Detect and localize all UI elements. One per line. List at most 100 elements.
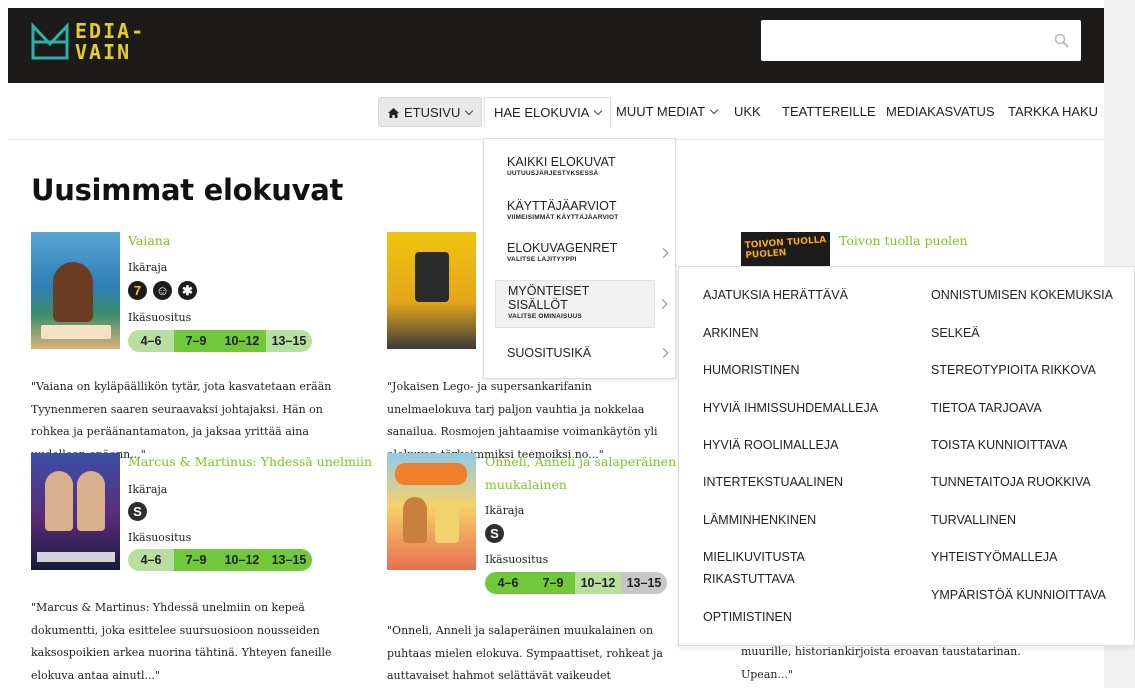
poster-title-strip <box>41 325 111 339</box>
logo-mark-icon <box>31 22 69 60</box>
movie-poster[interactable] <box>387 453 476 570</box>
logo-line-1: EDIA- <box>75 19 146 43</box>
age-limit-badge: S <box>485 524 504 543</box>
movie-description: muurille, historiankirjoista eroavan tau… <box>741 645 1021 681</box>
age-recommendation-bar: 4–6 7–9 10–12 13–15 <box>128 549 312 571</box>
dropdown-item-user-reviews[interactable]: KÄYTTÄJÄARVIOT VIIMEISIMMÄT KÄYTTÄJÄARVI… <box>495 197 665 224</box>
poster-figure <box>403 497 427 543</box>
nav-home[interactable]: ETUSIVU <box>378 97 483 127</box>
rec-group: 7–9 <box>531 572 575 594</box>
site-header: EDIA- VAIN <box>8 8 1104 83</box>
poster-figure <box>415 252 449 302</box>
movie-title-link[interactable]: Onneli, Anneli ja salaperäinen muukalain… <box>485 450 680 496</box>
poster-title-strip <box>395 463 467 485</box>
chevron-right-icon <box>658 247 669 258</box>
chevron-down-icon <box>465 106 474 116</box>
dropdown-item-title: KÄYTTÄJÄARVIOT <box>507 199 617 213</box>
dropdown-item-title: SUOSITUSIKÄ <box>507 346 592 360</box>
poster-figure <box>53 262 93 322</box>
rec-group: 13–15 <box>266 330 312 352</box>
quality-option[interactable]: TIETOA TARJOAVA <box>931 397 1042 419</box>
age-limit-label: Ikäraja <box>485 504 525 517</box>
main-nav: ETUSIVU HAE ELOKUVIA MUUT MEDIAT UKK TEA… <box>8 84 1104 140</box>
movie-title-link[interactable]: Vaiana <box>128 229 170 252</box>
quality-option[interactable]: HYVIÄ IHMISSUHDEMALLEJA <box>703 397 878 419</box>
rec-group: 4–6 <box>128 549 174 571</box>
spider-icon: ✱ <box>178 281 197 300</box>
positive-content-submenu: AJATUKSIA HERÄTTÄVÄ ARKINEN HUMORISTINEN… <box>678 266 1135 646</box>
quality-option[interactable]: MIELIKUVITUSTA RIKASTUTTAVA <box>703 546 823 590</box>
movie-description: "Marcus & Martinus: Yhdessä unelmiin on … <box>31 601 332 682</box>
nav-media-education[interactable]: MEDIAKASVATUS <box>877 97 1004 127</box>
movie-poster[interactable] <box>31 453 120 570</box>
age-limit-label: Ikäraja <box>128 483 168 496</box>
dropdown-item-positive-content[interactable]: MYÖNTEISET SISÄLLÖT VALITSE OMINAISUUS <box>495 280 668 328</box>
dropdown-item-subtitle: VIIMEISIMMÄT KÄYTTÄJÄARVIOT <box>507 214 619 221</box>
chevron-down-icon <box>709 105 719 115</box>
nav-faq[interactable]: UKK <box>725 97 770 127</box>
site-logo[interactable]: EDIA- VAIN <box>30 20 150 66</box>
fear-icon: ☺ <box>153 281 172 300</box>
dropdown-item-subtitle: VALITSE OMINAISUUS <box>508 313 582 320</box>
nav-films-label: HAE ELOKUVIA <box>494 105 590 120</box>
rec-group: 4–6 <box>485 572 531 594</box>
dropdown-item-subtitle: UUTUUSJÄRJESTYKSESSÄ <box>507 170 599 177</box>
rec-group: 10–12 <box>218 330 266 352</box>
dropdown-item-genres[interactable]: ELOKUVAGENRET VALITSE LAJITYYPPI <box>495 239 669 266</box>
nav-other-media-label: MUUT MEDIAT <box>616 104 706 119</box>
rec-group: 10–12 <box>575 572 621 594</box>
movie-poster[interactable] <box>31 232 120 349</box>
dropdown-item-subtitle: VALITSE LAJITYYPPI <box>507 256 577 263</box>
age-limit-badge: 7 <box>128 281 147 300</box>
logo-text: EDIA- VAIN <box>75 21 145 63</box>
nav-other-media[interactable]: MUUT MEDIAT <box>607 97 726 127</box>
nav-advanced-search[interactable]: TARKKA HAKU <box>999 97 1107 127</box>
page-margin <box>0 0 8 688</box>
search-input[interactable] <box>761 20 1081 61</box>
movie-poster[interactable] <box>387 232 476 349</box>
films-dropdown-menu: KAIKKI ELOKUVAT UUTUUSJÄRJESTYKSESSÄ KÄY… <box>483 138 676 379</box>
age-recommendation-label: Ikäsuositus <box>128 311 192 324</box>
quality-option[interactable]: YHTEISTYÖMALLEJA <box>931 546 1057 568</box>
search-icon[interactable] <box>1053 32 1071 50</box>
quality-option[interactable]: TOISTA KUNNIOITTAVA <box>931 434 1067 456</box>
logo-line-2: VAIN <box>75 40 132 64</box>
poster-figure <box>435 497 459 543</box>
quality-option[interactable]: TURVALLINEN <box>931 509 1016 531</box>
poster-title: TOIVON TUOLLA PUOLEN <box>744 235 827 261</box>
page-title: Uusimmat elokuvat <box>31 173 344 207</box>
quality-option[interactable]: OPTIMISTINEN <box>703 606 792 628</box>
quality-option[interactable]: INTERTEKSTUAALINEN <box>703 471 843 493</box>
quality-option[interactable]: HYVIÄ ROOLIMALLEJA <box>703 434 838 456</box>
age-limit-label: Ikäraja <box>128 261 168 274</box>
chevron-right-icon <box>657 299 668 309</box>
quality-option[interactable]: TUNNETAITOJA RUOKKIVA <box>931 471 1091 493</box>
nav-films[interactable]: HAE ELOKUVIA <box>484 97 612 127</box>
dropdown-item-all-films[interactable]: KAIKKI ELOKUVAT UUTUUSJÄRJESTYKSESSÄ <box>495 153 665 180</box>
rec-group: 4–6 <box>128 330 174 352</box>
rec-group: 7–9 <box>174 549 218 571</box>
quality-option[interactable]: SELKEÄ <box>931 322 980 344</box>
movie-poster[interactable]: TOIVON TUOLLA PUOLEN <box>741 232 830 266</box>
nav-home-label: ETUSIVU <box>404 105 461 120</box>
dropdown-item-title: ELOKUVAGENRET <box>507 241 618 255</box>
dropdown-item-age-recommendation[interactable]: SUOSITUSIKÄ <box>495 344 669 362</box>
home-icon <box>388 108 399 118</box>
dropdown-item-title: MYÖNTEISET SISÄLLÖT <box>508 284 590 312</box>
poster-figure <box>77 471 105 531</box>
quality-option[interactable]: LÄMMINHENKINEN <box>703 509 816 531</box>
quality-option[interactable]: AJATUKSIA HERÄTTÄVÄ <box>703 284 848 306</box>
nav-theaters[interactable]: TEATTEREILLE <box>773 97 885 127</box>
quality-option[interactable]: ONNISTUMISEN KOKEMUKSIA <box>931 284 1113 306</box>
age-limit-badge: S <box>128 502 147 521</box>
quality-option[interactable]: STEREOTYPIOITA RIKKOVA <box>931 359 1096 381</box>
rec-group: 7–9 <box>174 330 218 352</box>
movie-title-link[interactable]: Toivon tuolla puolen <box>839 229 968 252</box>
chevron-right-icon <box>658 348 669 358</box>
age-recommendation-label: Ikäsuositus <box>128 531 192 544</box>
quality-option[interactable]: YMPÄRISTÖÄ KUNNIOITTAVA <box>931 584 1106 606</box>
quality-option[interactable]: ARKINEN <box>703 322 759 344</box>
age-recommendation-bar: 4–6 7–9 10–12 13–15 <box>485 572 667 594</box>
quality-option[interactable]: HUMORISTINEN <box>703 359 800 381</box>
movie-title-link[interactable]: Marcus & Martinus: Yhdessä unelmiin <box>128 450 372 473</box>
